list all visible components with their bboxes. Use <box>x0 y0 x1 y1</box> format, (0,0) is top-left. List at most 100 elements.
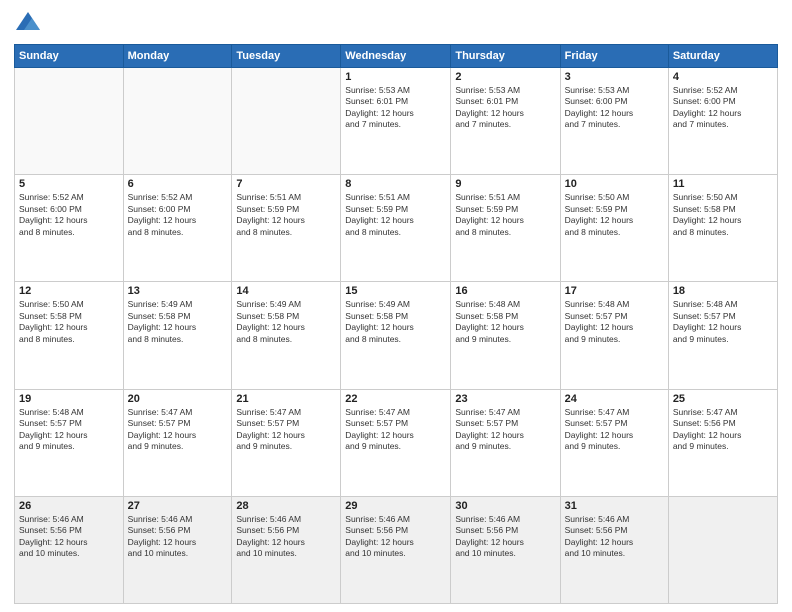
day-cell: 6 Sunrise: 5:52 AM Sunset: 6:00 PM Daylig… <box>123 175 232 282</box>
day-info: Sunrise: 5:52 AM Sunset: 6:00 PM Dayligh… <box>19 192 119 238</box>
day-number: 19 <box>19 393 119 405</box>
day-cell: 23 Sunrise: 5:47 AM Sunset: 5:57 PM Dayli… <box>451 389 560 496</box>
day-number: 13 <box>128 285 228 297</box>
weekday-header-tuesday: Tuesday <box>232 45 341 68</box>
week-row-5: 26 Sunrise: 5:46 AM Sunset: 5:56 PM Dayli… <box>15 496 778 603</box>
day-info: Sunrise: 5:47 AM Sunset: 5:56 PM Dayligh… <box>673 407 773 453</box>
day-number: 14 <box>236 285 336 297</box>
day-number: 11 <box>673 178 773 190</box>
day-cell: 18 Sunrise: 5:48 AM Sunset: 5:57 PM Dayli… <box>668 282 777 389</box>
day-info: Sunrise: 5:48 AM Sunset: 5:57 PM Dayligh… <box>565 299 664 345</box>
day-info: Sunrise: 5:47 AM Sunset: 5:57 PM Dayligh… <box>128 407 228 453</box>
day-number: 20 <box>128 393 228 405</box>
day-number: 7 <box>236 178 336 190</box>
day-cell <box>123 68 232 175</box>
day-info: Sunrise: 5:46 AM Sunset: 5:56 PM Dayligh… <box>128 514 228 560</box>
day-info: Sunrise: 5:51 AM Sunset: 5:59 PM Dayligh… <box>236 192 336 238</box>
day-cell: 16Sunrise: 5:48 AM Sunset: 5:58 PM Dayli… <box>451 282 560 389</box>
week-row-1: 1 Sunrise: 5:53 AM Sunset: 6:01 PM Daylig… <box>15 68 778 175</box>
day-info: Sunrise: 5:46 AM Sunset: 5:56 PM Dayligh… <box>345 514 446 560</box>
day-cell: 19Sunrise: 5:48 AM Sunset: 5:57 PM Dayli… <box>15 389 124 496</box>
day-info: Sunrise: 5:49 AM Sunset: 5:58 PM Dayligh… <box>236 299 336 345</box>
calendar: SundayMondayTuesdayWednesdayThursdayFrid… <box>14 44 778 604</box>
day-info: Sunrise: 5:46 AM Sunset: 5:56 PM Dayligh… <box>565 514 664 560</box>
week-row-4: 19Sunrise: 5:48 AM Sunset: 5:57 PM Dayli… <box>15 389 778 496</box>
day-number: 29 <box>345 500 446 512</box>
day-info: Sunrise: 5:51 AM Sunset: 5:59 PM Dayligh… <box>455 192 555 238</box>
day-info: Sunrise: 5:46 AM Sunset: 5:56 PM Dayligh… <box>455 514 555 560</box>
day-cell: 17 Sunrise: 5:48 AM Sunset: 5:57 PM Dayli… <box>560 282 668 389</box>
day-number: 27 <box>128 500 228 512</box>
day-info: Sunrise: 5:50 AM Sunset: 5:58 PM Dayligh… <box>673 192 773 238</box>
day-info: Sunrise: 5:47 AM Sunset: 5:57 PM Dayligh… <box>345 407 446 453</box>
day-cell: 1 Sunrise: 5:53 AM Sunset: 6:01 PM Daylig… <box>341 68 451 175</box>
day-info: Sunrise: 5:52 AM Sunset: 6:00 PM Dayligh… <box>673 85 773 131</box>
day-info: Sunrise: 5:46 AM Sunset: 5:56 PM Dayligh… <box>236 514 336 560</box>
day-info: Sunrise: 5:50 AM Sunset: 5:58 PM Dayligh… <box>19 299 119 345</box>
day-info: Sunrise: 5:52 AM Sunset: 6:00 PM Dayligh… <box>128 192 228 238</box>
day-cell: 10Sunrise: 5:50 AM Sunset: 5:59 PM Dayli… <box>560 175 668 282</box>
day-cell: 15 Sunrise: 5:49 AM Sunset: 5:58 PM Dayli… <box>341 282 451 389</box>
day-info: Sunrise: 5:53 AM Sunset: 6:01 PM Dayligh… <box>345 85 446 131</box>
logo-icon <box>14 10 42 38</box>
day-number: 6 <box>128 178 228 190</box>
day-number: 3 <box>565 71 664 83</box>
day-info: Sunrise: 5:47 AM Sunset: 5:57 PM Dayligh… <box>236 407 336 453</box>
day-cell: 12 Sunrise: 5:50 AM Sunset: 5:58 PM Dayli… <box>15 282 124 389</box>
day-info: Sunrise: 5:50 AM Sunset: 5:59 PM Dayligh… <box>565 192 664 238</box>
weekday-header-friday: Friday <box>560 45 668 68</box>
day-cell: 25 Sunrise: 5:47 AM Sunset: 5:56 PM Dayli… <box>668 389 777 496</box>
day-number: 15 <box>345 285 446 297</box>
day-number: 12 <box>19 285 119 297</box>
day-number: 22 <box>345 393 446 405</box>
day-info: Sunrise: 5:49 AM Sunset: 5:58 PM Dayligh… <box>128 299 228 345</box>
day-number: 28 <box>236 500 336 512</box>
header <box>14 10 778 38</box>
day-number: 17 <box>565 285 664 297</box>
day-info: Sunrise: 5:49 AM Sunset: 5:58 PM Dayligh… <box>345 299 446 345</box>
day-cell: 8 Sunrise: 5:51 AM Sunset: 5:59 PM Daylig… <box>341 175 451 282</box>
day-cell: 9Sunrise: 5:51 AM Sunset: 5:59 PM Daylig… <box>451 175 560 282</box>
day-cell <box>15 68 124 175</box>
day-info: Sunrise: 5:47 AM Sunset: 5:57 PM Dayligh… <box>565 407 664 453</box>
day-info: Sunrise: 5:47 AM Sunset: 5:57 PM Dayligh… <box>455 407 555 453</box>
day-number: 31 <box>565 500 664 512</box>
day-cell: 20 Sunrise: 5:47 AM Sunset: 5:57 PM Dayli… <box>123 389 232 496</box>
day-cell: 11 Sunrise: 5:50 AM Sunset: 5:58 PM Dayli… <box>668 175 777 282</box>
day-cell <box>668 496 777 603</box>
calendar-body: 1 Sunrise: 5:53 AM Sunset: 6:01 PM Daylig… <box>15 68 778 604</box>
day-cell: 28 Sunrise: 5:46 AM Sunset: 5:56 PM Dayli… <box>232 496 341 603</box>
day-cell: 13 Sunrise: 5:49 AM Sunset: 5:58 PM Dayli… <box>123 282 232 389</box>
logo <box>14 10 46 38</box>
weekday-row: SundayMondayTuesdayWednesdayThursdayFrid… <box>15 45 778 68</box>
day-cell: 14 Sunrise: 5:49 AM Sunset: 5:58 PM Dayli… <box>232 282 341 389</box>
day-number: 24 <box>565 393 664 405</box>
day-number: 25 <box>673 393 773 405</box>
day-info: Sunrise: 5:53 AM Sunset: 6:00 PM Dayligh… <box>565 85 664 131</box>
page: SundayMondayTuesdayWednesdayThursdayFrid… <box>0 0 792 612</box>
weekday-header-thursday: Thursday <box>451 45 560 68</box>
day-cell: 4Sunrise: 5:52 AM Sunset: 6:00 PM Daylig… <box>668 68 777 175</box>
day-cell: 3 Sunrise: 5:53 AM Sunset: 6:00 PM Daylig… <box>560 68 668 175</box>
calendar-header: SundayMondayTuesdayWednesdayThursdayFrid… <box>15 45 778 68</box>
day-info: Sunrise: 5:53 AM Sunset: 6:01 PM Dayligh… <box>455 85 555 131</box>
day-number: 8 <box>345 178 446 190</box>
day-number: 18 <box>673 285 773 297</box>
week-row-2: 5Sunrise: 5:52 AM Sunset: 6:00 PM Daylig… <box>15 175 778 282</box>
day-cell: 29 Sunrise: 5:46 AM Sunset: 5:56 PM Dayli… <box>341 496 451 603</box>
day-cell: 30Sunrise: 5:46 AM Sunset: 5:56 PM Dayli… <box>451 496 560 603</box>
day-number: 23 <box>455 393 555 405</box>
day-info: Sunrise: 5:51 AM Sunset: 5:59 PM Dayligh… <box>345 192 446 238</box>
day-cell: 24 Sunrise: 5:47 AM Sunset: 5:57 PM Dayli… <box>560 389 668 496</box>
weekday-header-sunday: Sunday <box>15 45 124 68</box>
day-cell: 21Sunrise: 5:47 AM Sunset: 5:57 PM Dayli… <box>232 389 341 496</box>
day-number: 1 <box>345 71 446 83</box>
weekday-header-wednesday: Wednesday <box>341 45 451 68</box>
day-cell: 7 Sunrise: 5:51 AM Sunset: 5:59 PM Daylig… <box>232 175 341 282</box>
day-cell: 5Sunrise: 5:52 AM Sunset: 6:00 PM Daylig… <box>15 175 124 282</box>
day-number: 2 <box>455 71 555 83</box>
day-cell: 31 Sunrise: 5:46 AM Sunset: 5:56 PM Dayli… <box>560 496 668 603</box>
day-number: 26 <box>19 500 119 512</box>
day-info: Sunrise: 5:48 AM Sunset: 5:57 PM Dayligh… <box>673 299 773 345</box>
day-info: Sunrise: 5:46 AM Sunset: 5:56 PM Dayligh… <box>19 514 119 560</box>
